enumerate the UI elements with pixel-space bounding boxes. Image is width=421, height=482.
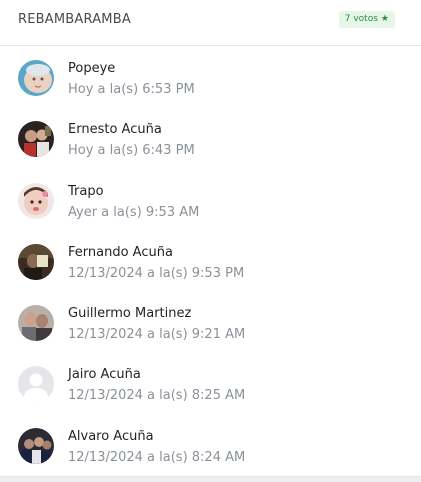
- voter-row[interactable]: Jairo Acuña 12/13/2024 a la(s) 8:25 AM: [0, 353, 421, 414]
- voter-name[interactable]: Ernesto Acuña: [68, 122, 162, 137]
- poll-option-title: REBAMBARAMBA: [18, 12, 131, 27]
- avatar[interactable]: [18, 305, 54, 342]
- votes-count-badge: 7 votos ★: [338, 11, 395, 28]
- panel-header: REBAMBARAMBA 7 votos ★: [0, 0, 421, 46]
- voter-row[interactable]: Alvaro Acuña 12/13/2024 a la(s) 8:24 AM: [0, 415, 421, 476]
- bottom-divider: [0, 476, 421, 482]
- avatar[interactable]: [18, 121, 54, 158]
- vote-timestamp: 12/13/2024 a la(s) 9:21 AM: [68, 327, 246, 343]
- voters-list: Popeye Hoy a la(s) 6:53 PM Ernesto Acuña…: [0, 47, 421, 476]
- vote-timestamp: 12/13/2024 a la(s) 9:53 PM: [68, 265, 245, 281]
- star-icon: ★: [380, 14, 389, 24]
- voter-name[interactable]: Popeye: [68, 61, 115, 76]
- vote-timestamp: Hoy a la(s) 6:53 PM: [68, 82, 195, 97]
- voter-row[interactable]: Trapo Ayer a la(s) 9:53 AM: [0, 170, 421, 231]
- vote-timestamp: Ayer a la(s) 9:53 AM: [68, 204, 200, 220]
- voter-row[interactable]: Fernando Acuña 12/13/2024 a la(s) 9:53 P…: [0, 231, 421, 292]
- vote-timestamp: Hoy a la(s) 6:43 PM: [68, 143, 195, 159]
- voters-panel: REBAMBARAMBA 7 votos ★ Popeye Hoy a la(s)…: [0, 0, 421, 482]
- voter-row[interactable]: Ernesto Acuña Hoy a la(s) 6:43 PM: [0, 108, 421, 169]
- voter-row[interactable]: Guillermo Martinez 12/13/2024 a la(s) 9:…: [0, 292, 421, 353]
- voter-name[interactable]: Trapo: [68, 184, 104, 199]
- avatar[interactable]: [18, 243, 54, 280]
- voter-row[interactable]: Popeye Hoy a la(s) 6:53 PM: [0, 47, 421, 108]
- vote-timestamp: 12/13/2024 a la(s) 8:25 AM: [68, 388, 246, 404]
- avatar[interactable]: [18, 182, 54, 219]
- votes-count-label: 7 votos: [344, 14, 378, 24]
- vote-timestamp: 12/13/2024 a la(s) 8:24 AM: [68, 449, 246, 465]
- avatar[interactable]: [18, 60, 54, 96]
- voter-name[interactable]: Jairo Acuña: [68, 367, 141, 382]
- default-avatar-icon[interactable]: [18, 366, 54, 403]
- voter-name[interactable]: Alvaro Acuña: [68, 429, 154, 444]
- voter-name[interactable]: Fernando Acuña: [68, 245, 173, 260]
- voter-name[interactable]: Guillermo Martinez: [68, 306, 191, 321]
- avatar[interactable]: [18, 427, 54, 464]
